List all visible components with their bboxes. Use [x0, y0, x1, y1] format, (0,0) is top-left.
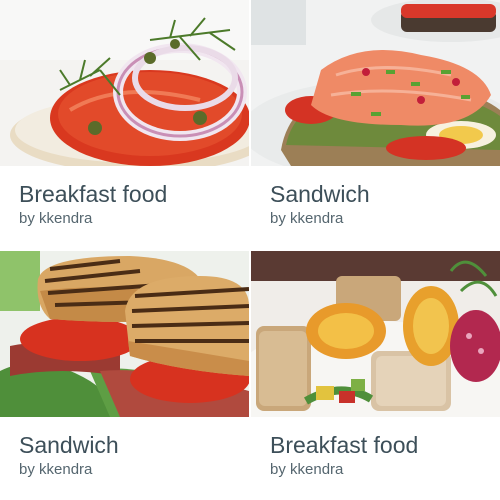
recipe-caption: Breakfast food by kkendra — [0, 166, 249, 249]
recipe-card[interactable]: Breakfast food by kkendra — [251, 251, 500, 500]
recipe-author[interactable]: by kkendra — [270, 209, 343, 229]
bagel-lox-tomato-photo-icon — [0, 0, 249, 166]
breakfast-bites-plate-photo-icon — [251, 251, 500, 417]
recipe-photo[interactable] — [0, 251, 249, 417]
recipe-title[interactable]: Sandwich — [270, 180, 370, 208]
smoked-salmon-toast-photo-icon — [251, 0, 500, 166]
grilled-blt-sandwich-photo-icon — [0, 251, 249, 417]
recipe-card[interactable]: Sandwich by kkendra — [251, 0, 500, 249]
recipe-photo[interactable] — [251, 0, 500, 166]
recipe-photo[interactable] — [251, 251, 500, 417]
recipe-author[interactable]: by kkendra — [19, 460, 92, 480]
recipe-caption: Sandwich by kkendra — [0, 417, 249, 500]
recipe-photo[interactable] — [0, 0, 249, 166]
recipe-title[interactable]: Breakfast food — [19, 180, 167, 208]
recipe-title[interactable]: Sandwich — [19, 431, 119, 459]
recipe-title[interactable]: Breakfast food — [270, 431, 418, 459]
recipe-caption: Breakfast food by kkendra — [251, 417, 500, 500]
recipe-caption: Sandwich by kkendra — [251, 166, 500, 249]
recipe-author[interactable]: by kkendra — [19, 209, 92, 229]
recipe-card[interactable]: Sandwich by kkendra — [0, 251, 249, 500]
recipe-card[interactable]: Breakfast food by kkendra — [0, 0, 249, 249]
recipe-author[interactable]: by kkendra — [270, 460, 343, 480]
recipe-grid: Breakfast food by kkendra Sandwich by kk… — [0, 0, 500, 500]
